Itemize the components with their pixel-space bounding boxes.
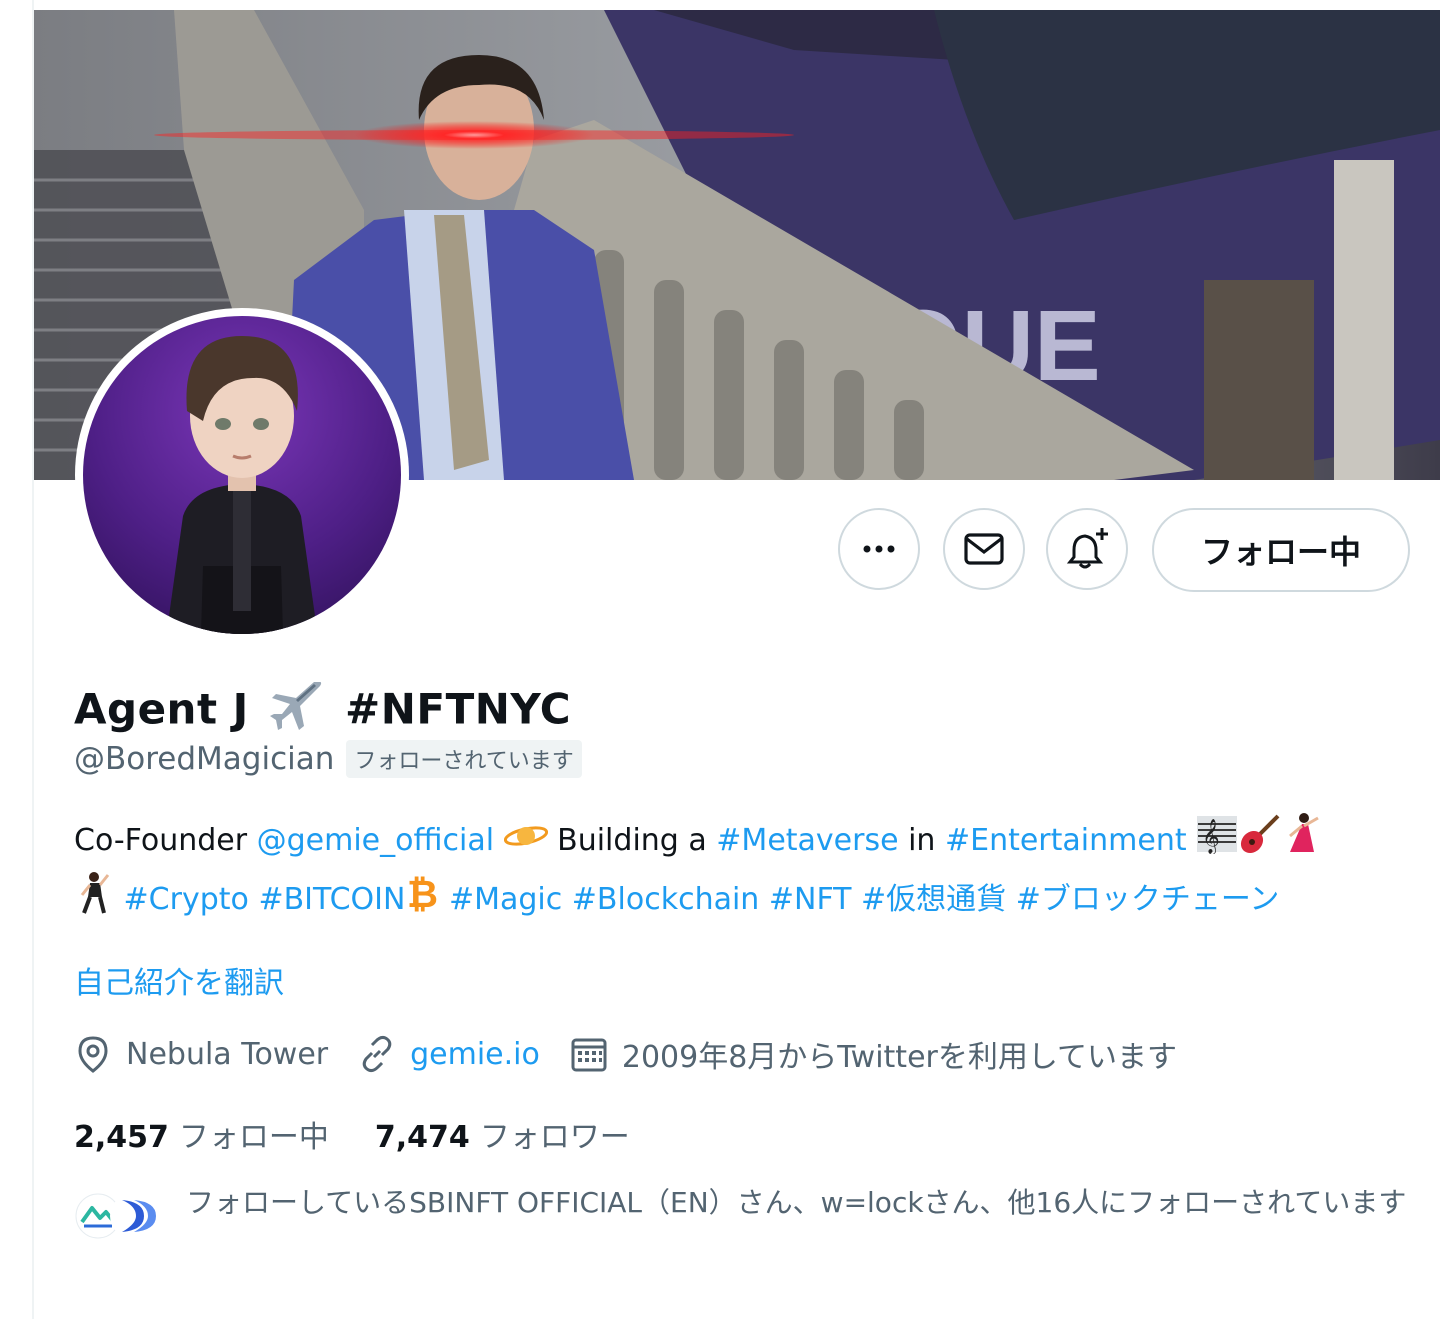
guitar-icon bbox=[1238, 812, 1282, 871]
music-score-icon: 𝄞 bbox=[1196, 814, 1238, 869]
avatar[interactable] bbox=[75, 308, 409, 642]
hashtag-link[interactable]: #Blockchain bbox=[572, 882, 760, 917]
mutual-followers-avatars bbox=[74, 1192, 160, 1242]
hashtag-link[interactable]: #ブロックチェーン bbox=[1016, 882, 1280, 917]
hashtag-link[interactable]: #Crypto bbox=[124, 882, 249, 917]
display-name-text: Agent J bbox=[74, 684, 249, 734]
svg-text:₿: ₿ bbox=[407, 873, 438, 913]
saturn-icon bbox=[503, 818, 548, 866]
following-count-link[interactable]: 2,457 フォロー中 bbox=[74, 1112, 329, 1156]
bio-text: Building a bbox=[547, 823, 717, 858]
following-count: 2,457 bbox=[74, 1120, 169, 1155]
following-button[interactable]: フォロー中 bbox=[1152, 508, 1410, 592]
joined-item: 2009年8月からTwitterを利用しています bbox=[570, 1032, 1177, 1076]
calendar-icon bbox=[571, 1038, 607, 1072]
website-link[interactable]: gemie.io bbox=[410, 1037, 540, 1072]
airplane-icon bbox=[269, 681, 324, 742]
location-text: Nebula Tower bbox=[126, 1036, 329, 1072]
mail-icon bbox=[964, 533, 1004, 565]
display-name: Agent J #NFTNYC bbox=[74, 681, 572, 742]
followers-label: フォロワー bbox=[479, 1120, 630, 1155]
svg-text:𝄞: 𝄞 bbox=[1202, 819, 1220, 854]
mention-link[interactable]: @gemie_official bbox=[257, 823, 494, 858]
profile-bio: Co-Founder @gemie_official Building a #M… bbox=[74, 812, 1394, 930]
profile-meta: Nebula Tower gemie.io 2009年8月からTwitterを利… bbox=[74, 1032, 1207, 1076]
message-button[interactable] bbox=[943, 508, 1025, 590]
hashtag-link[interactable]: #Metaverse bbox=[716, 823, 898, 858]
joined-date-text: 2009年8月からTwitterを利用しています bbox=[621, 1040, 1177, 1075]
hashtag-link[interactable]: #Entertainment bbox=[945, 823, 1187, 858]
more-button[interactable] bbox=[838, 508, 920, 590]
handle-row: @BoredMagician フォローされています bbox=[74, 740, 582, 778]
man-dancing-icon bbox=[74, 871, 114, 930]
bell-plus-icon bbox=[1066, 528, 1108, 569]
translate-bio-link[interactable]: 自己紹介を翻訳 bbox=[74, 958, 284, 1002]
hashtag-link[interactable]: #Magic bbox=[449, 882, 562, 917]
followed-by-text: フォローしているSBINFT OFFICIAL（EN）さん、w=lockさん、他… bbox=[186, 1186, 1407, 1219]
location-item: Nebula Tower bbox=[74, 1035, 328, 1073]
follows-you-badge: フォローされています bbox=[346, 740, 582, 778]
bio-text: in bbox=[898, 823, 945, 858]
avatar-image bbox=[83, 316, 401, 634]
followers-count: 7,474 bbox=[374, 1120, 470, 1155]
hashtag-link[interactable]: #仮想通貨 bbox=[861, 882, 1006, 917]
bio-text: Co-Founder bbox=[74, 823, 257, 858]
display-name-tag: #NFTNYC bbox=[345, 684, 572, 734]
location-icon bbox=[78, 1036, 108, 1073]
website-item: gemie.io bbox=[358, 1035, 540, 1073]
hashtag-link[interactable]: #NFT bbox=[769, 882, 852, 917]
dancer-icon bbox=[1282, 812, 1322, 871]
username-handle: @BoredMagician bbox=[74, 741, 335, 777]
bitcoin-icon: ₿ bbox=[405, 872, 439, 928]
more-icon bbox=[863, 545, 895, 553]
follow-counts: 2,457 フォロー中 7,474 フォロワー bbox=[74, 1112, 676, 1156]
followed-by-row[interactable]: フォローしているSBINFT OFFICIAL（EN）さん、w=lockさん、他… bbox=[74, 1184, 1414, 1242]
following-label: フォロー中 bbox=[178, 1120, 329, 1155]
hashtag-link[interactable]: #BITCOIN bbox=[258, 882, 405, 917]
link-icon bbox=[362, 1035, 392, 1073]
followers-count-link[interactable]: 7,474 フォロワー bbox=[375, 1112, 630, 1156]
notify-button[interactable] bbox=[1046, 508, 1128, 590]
